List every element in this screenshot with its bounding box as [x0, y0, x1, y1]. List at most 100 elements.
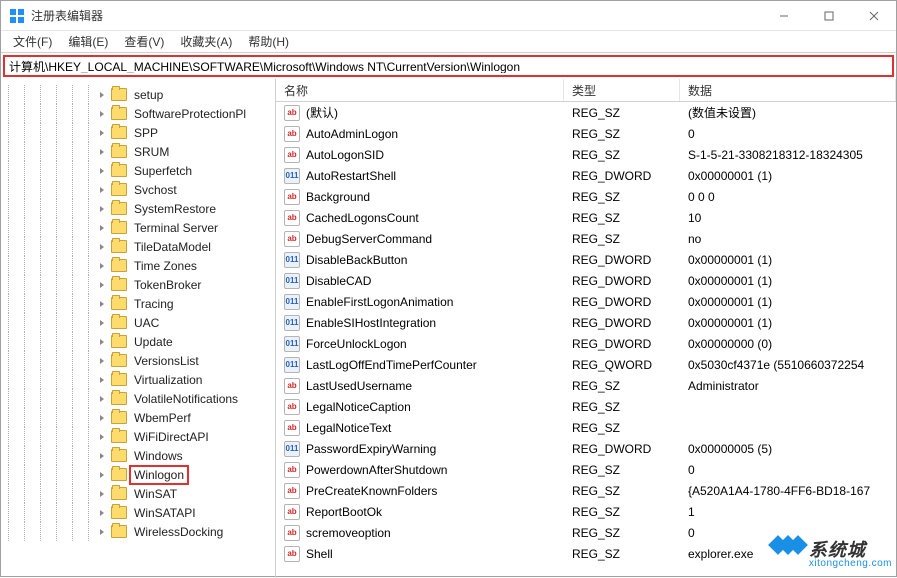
value-row[interactable]: abAutoAdminLogonREG_SZ0 [276, 123, 896, 144]
expand-icon[interactable] [97, 412, 109, 424]
menu-file[interactable]: 文件(F) [5, 31, 60, 52]
expand-icon[interactable] [97, 450, 109, 462]
menu-edit[interactable]: 编辑(E) [60, 31, 116, 52]
tree-item-systemrestore[interactable]: SystemRestore [1, 199, 275, 218]
tree-item-superfetch[interactable]: Superfetch [1, 161, 275, 180]
value-row[interactable]: 011AutoRestartShellREG_DWORD0x00000001 (… [276, 165, 896, 186]
titlebar: 注册表编辑器 [1, 1, 896, 31]
expand-icon[interactable] [97, 374, 109, 386]
value-data: {A520A1A4-1780-4FF6-BD18-167 [680, 484, 896, 498]
expand-icon[interactable] [97, 469, 109, 481]
expand-icon[interactable] [97, 260, 109, 272]
tree-item-wbemperf[interactable]: WbemPerf [1, 408, 275, 427]
tree-item-spp[interactable]: SPP [1, 123, 275, 142]
value-row[interactable]: abPowerdownAfterShutdownREG_SZ0 [276, 459, 896, 480]
expand-icon[interactable] [97, 165, 109, 177]
tree-item-terminal-server[interactable]: Terminal Server [1, 218, 275, 237]
expand-icon[interactable] [97, 279, 109, 291]
expand-icon[interactable] [97, 222, 109, 234]
tree-item-srum[interactable]: SRUM [1, 142, 275, 161]
value-row[interactable]: abLastUsedUsernameREG_SZAdministrator [276, 375, 896, 396]
expand-icon[interactable] [97, 127, 109, 139]
value-type: REG_DWORD [564, 169, 680, 183]
expand-icon[interactable] [97, 488, 109, 500]
expand-icon[interactable] [97, 526, 109, 538]
value-row[interactable]: 011DisableBackButtonREG_DWORD0x00000001 … [276, 249, 896, 270]
expand-icon[interactable] [97, 241, 109, 253]
expand-icon[interactable] [97, 298, 109, 310]
value-type: REG_DWORD [564, 253, 680, 267]
folder-icon [111, 316, 127, 329]
value-row[interactable]: ab(默认)REG_SZ(数值未设置) [276, 102, 896, 123]
tree-item-setup[interactable]: setup [1, 85, 275, 104]
expand-icon[interactable] [97, 146, 109, 158]
tree-item-wirelessdocking[interactable]: WirelessDocking [1, 522, 275, 541]
menu-favorites[interactable]: 收藏夹(A) [172, 31, 240, 52]
tree-item-time-zones[interactable]: Time Zones [1, 256, 275, 275]
menu-help[interactable]: 帮助(H) [240, 31, 297, 52]
tree-item-winsatapi[interactable]: WinSATAPI [1, 503, 275, 522]
value-row[interactable]: 011PasswordExpiryWarningREG_DWORD0x00000… [276, 438, 896, 459]
menu-view[interactable]: 查看(V) [116, 31, 172, 52]
tree-item-uac[interactable]: UAC [1, 313, 275, 332]
maximize-button[interactable] [806, 1, 851, 31]
expand-icon[interactable] [97, 203, 109, 215]
value-type: REG_SZ [564, 463, 680, 477]
value-row[interactable]: abBackgroundREG_SZ0 0 0 [276, 186, 896, 207]
tree-item-wifidirectapi[interactable]: WiFiDirectAPI [1, 427, 275, 446]
tree-item-versionslist[interactable]: VersionsList [1, 351, 275, 370]
value-row[interactable]: 011EnableSIHostIntegrationREG_DWORD0x000… [276, 312, 896, 333]
value-row[interactable]: abscremoveoptionREG_SZ0 [276, 522, 896, 543]
value-row[interactable]: 011DisableCADREG_DWORD0x00000001 (1) [276, 270, 896, 291]
value-data: 0 [680, 463, 896, 477]
column-data[interactable]: 数据 [680, 79, 896, 101]
expand-icon[interactable] [97, 89, 109, 101]
expand-icon[interactable] [97, 431, 109, 443]
value-data: 10 [680, 211, 896, 225]
folder-icon [111, 373, 127, 386]
expand-icon[interactable] [97, 393, 109, 405]
column-type[interactable]: 类型 [564, 79, 680, 101]
tree-label: WbemPerf [131, 410, 194, 426]
tree-item-winlogon[interactable]: Winlogon [1, 465, 275, 484]
value-row[interactable]: abAutoLogonSIDREG_SZS-1-5-21-3308218312-… [276, 144, 896, 165]
expand-icon[interactable] [97, 507, 109, 519]
value-row[interactable]: 011EnableFirstLogonAnimationREG_DWORD0x0… [276, 291, 896, 312]
tree-item-tracing[interactable]: Tracing [1, 294, 275, 313]
expand-icon[interactable] [97, 336, 109, 348]
column-name[interactable]: 名称 [276, 79, 564, 101]
minimize-button[interactable] [761, 1, 806, 31]
value-type: REG_SZ [564, 400, 680, 414]
value-type: REG_SZ [564, 505, 680, 519]
value-row[interactable]: abCachedLogonsCountREG_SZ10 [276, 207, 896, 228]
tree-item-windows[interactable]: Windows [1, 446, 275, 465]
tree-item-tokenbroker[interactable]: TokenBroker [1, 275, 275, 294]
expand-icon[interactable] [97, 108, 109, 120]
expand-icon[interactable] [97, 355, 109, 367]
value-row[interactable]: 011LastLogOffEndTimePerfCounterREG_QWORD… [276, 354, 896, 375]
value-row[interactable]: abLegalNoticeCaptionREG_SZ [276, 396, 896, 417]
expand-icon[interactable] [97, 317, 109, 329]
value-row[interactable]: abPreCreateKnownFoldersREG_SZ{A520A1A4-1… [276, 480, 896, 501]
value-name: CachedLogonsCount [306, 211, 419, 225]
value-row[interactable]: abDebugServerCommandREG_SZno [276, 228, 896, 249]
value-row[interactable]: abLegalNoticeTextREG_SZ [276, 417, 896, 438]
tree-item-volatilenotifications[interactable]: VolatileNotifications [1, 389, 275, 408]
tree-pane[interactable]: setupSoftwareProtectionPlSPPSRUMSuperfet… [1, 79, 276, 578]
tree-item-winsat[interactable]: WinSAT [1, 484, 275, 503]
value-row[interactable]: abReportBootOkREG_SZ1 [276, 501, 896, 522]
value-row[interactable]: abShellREG_SZexplorer.exe [276, 543, 896, 564]
value-row[interactable]: 011ForceUnlockLogonREG_DWORD0x00000000 (… [276, 333, 896, 354]
value-name: AutoAdminLogon [306, 127, 398, 141]
tree-item-svchost[interactable]: Svchost [1, 180, 275, 199]
tree-item-softwareprotectionpl[interactable]: SoftwareProtectionPl [1, 104, 275, 123]
value-name: EnableSIHostIntegration [306, 316, 436, 330]
expand-icon[interactable] [97, 184, 109, 196]
address-input[interactable] [5, 59, 892, 73]
close-button[interactable] [851, 1, 896, 31]
tree-item-virtualization[interactable]: Virtualization [1, 370, 275, 389]
list-pane[interactable]: 名称 类型 数据 ab(默认)REG_SZ(数值未设置)abAutoAdminL… [276, 79, 896, 578]
value-data: 0x00000001 (1) [680, 169, 896, 183]
tree-item-update[interactable]: Update [1, 332, 275, 351]
tree-item-tiledatamodel[interactable]: TileDataModel [1, 237, 275, 256]
